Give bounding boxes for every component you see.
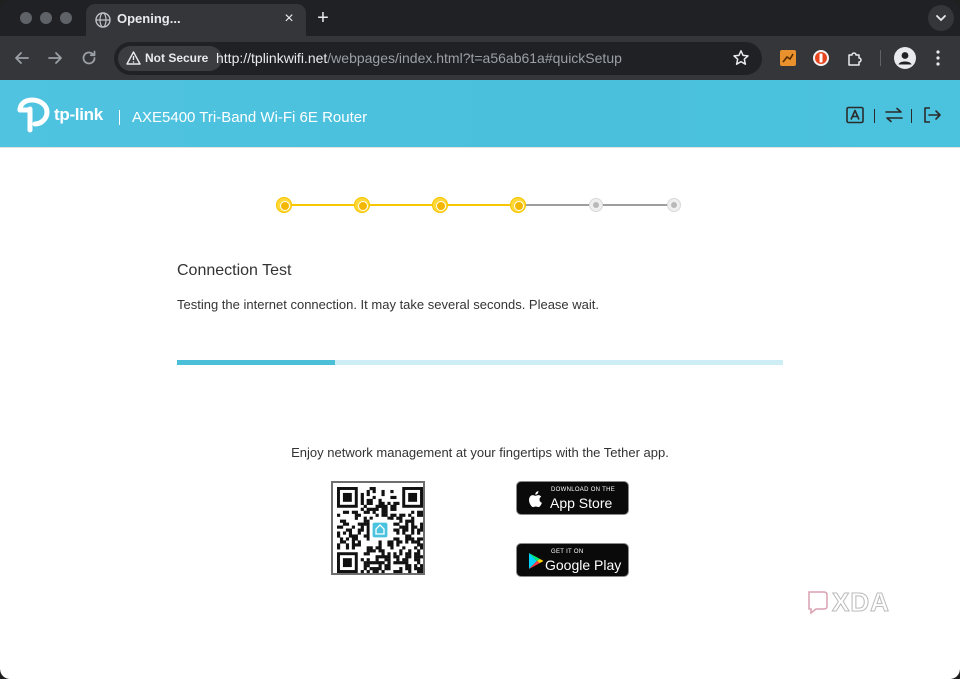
- browser-window: Opening... × + Not Secure http://tplinkw…: [0, 0, 960, 679]
- close-window-button[interactable]: [20, 12, 32, 24]
- stepper-connector: [440, 204, 518, 206]
- xda-logo-icon: [808, 591, 828, 615]
- section-title: Connection Test: [177, 262, 292, 279]
- warning-icon: [126, 51, 141, 65]
- logout-icon[interactable]: [922, 106, 942, 124]
- tab-strip: Opening... × +: [0, 0, 960, 36]
- toolbar-divider: [880, 50, 881, 66]
- google-play-icon: [529, 553, 544, 569]
- router-model: AXE5400 Tri-Band Wi-Fi 6E Router: [132, 109, 368, 126]
- connection-progress-bar: [177, 360, 783, 365]
- app-store-button[interactable]: DOWNLOAD ON THE App Store: [516, 481, 629, 515]
- url-path: /webpages/index.html?t=a56ab61a#quickSet…: [327, 50, 622, 66]
- qr-code-image: [337, 487, 423, 573]
- header-icon-separator: [874, 109, 875, 123]
- menu-kebab-icon[interactable]: [932, 48, 944, 68]
- url-host: http://tplinkwifi.net: [216, 50, 328, 66]
- apple-icon: [529, 491, 542, 508]
- router-page: tp-link AXE5400 Tri-Band Wi-Fi 6E Router…: [0, 80, 960, 679]
- section-description: Testing the internet connection. It may …: [177, 297, 600, 312]
- google-play-button[interactable]: GET IT ON Google Play: [516, 543, 629, 577]
- forward-arrow-icon[interactable]: [45, 48, 65, 68]
- new-tab-button[interactable]: +: [313, 8, 333, 28]
- stepper-step-4: [510, 197, 526, 213]
- stepper-step-1: [276, 197, 292, 213]
- profile-avatar-button[interactable]: [894, 47, 916, 69]
- extension-shield-icon[interactable]: [812, 49, 830, 67]
- stepper-connector: [284, 204, 362, 206]
- stepper-connector: [596, 204, 674, 206]
- stepper-step-2: [354, 197, 370, 213]
- browser-toolbar: Not Secure http://tplinkwifi.net/webpage…: [0, 36, 960, 80]
- bookmark-star-icon[interactable]: [732, 49, 750, 67]
- setup-stepper: [276, 196, 684, 214]
- router-header: tp-link AXE5400 Tri-Band Wi-Fi 6E Router: [0, 80, 960, 148]
- reload-icon[interactable]: [79, 48, 99, 68]
- watermark-text: XDA: [832, 587, 890, 618]
- google-play-label: Google Play: [545, 557, 622, 573]
- stepper-connector: [362, 204, 440, 206]
- tether-qr-code: [331, 481, 425, 575]
- back-arrow-icon[interactable]: [12, 48, 32, 68]
- extensions-puzzle-icon[interactable]: [846, 49, 864, 67]
- chevron-down-icon: [936, 15, 946, 22]
- browser-tab[interactable]: Opening... ×: [86, 4, 306, 36]
- tab-search-button[interactable]: [928, 5, 954, 31]
- tab-close-button[interactable]: ×: [280, 10, 298, 28]
- address-bar[interactable]: Not Secure http://tplinkwifi.net/webpage…: [114, 42, 762, 75]
- progress-fill: [177, 360, 335, 365]
- tether-promo-text: Enjoy network management at your fingert…: [291, 445, 669, 460]
- stepper-step-3: [432, 197, 448, 213]
- stepper-step-5: [589, 198, 603, 212]
- google-play-small-text: GET IT ON: [551, 549, 584, 555]
- zoom-window-button[interactable]: [60, 12, 72, 24]
- extension-chart-icon[interactable]: [779, 49, 797, 67]
- tab-title: Opening...: [117, 11, 181, 26]
- brand-name: tp-link: [54, 105, 103, 124]
- stepper-connector: [518, 204, 596, 206]
- header-separator: [119, 110, 120, 125]
- tp-link-logo-icon: [17, 97, 50, 133]
- stepper-step-6: [667, 198, 681, 212]
- security-chip[interactable]: Not Secure: [118, 46, 222, 71]
- language-icon[interactable]: [845, 106, 865, 124]
- url-text: http://tplinkwifi.net/webpages/index.htm…: [216, 50, 622, 66]
- minimize-window-button[interactable]: [40, 12, 52, 24]
- switch-mode-icon[interactable]: [884, 106, 904, 124]
- header-icon-separator: [911, 109, 912, 123]
- app-store-label: App Store: [550, 495, 613, 511]
- globe-icon: [95, 12, 111, 28]
- security-label: Not Secure: [145, 51, 209, 65]
- app-store-small-text: DOWNLOAD ON THE: [551, 487, 616, 493]
- person-icon: [898, 52, 912, 65]
